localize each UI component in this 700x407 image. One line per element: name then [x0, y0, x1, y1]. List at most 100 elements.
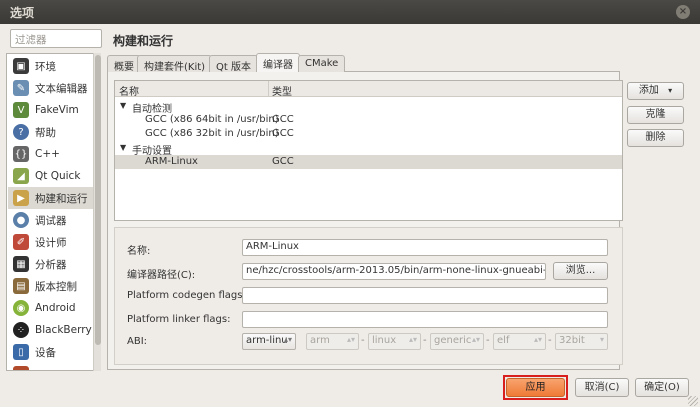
monitor-icon: ▣ [13, 58, 29, 74]
expand-arrow-icon[interactable]: ▼ [120, 143, 126, 152]
abi-separator: - [486, 335, 490, 346]
delete-button[interactable]: 删除 [627, 129, 684, 147]
clone-button[interactable]: 克隆 [627, 106, 684, 124]
tab-kits[interactable]: 构建套件(Kit) [137, 55, 213, 73]
tree-row-name: GCC (x86 64bit in /usr/bin) [145, 114, 279, 125]
qt-quick-icon: ◢ [13, 168, 29, 184]
window-title: 选项 [10, 6, 35, 20]
sidebar-item-label: BlackBerry [35, 324, 92, 336]
sidebar-scrollbar[interactable] [93, 53, 101, 371]
close-icon[interactable]: × [676, 5, 690, 19]
sidebar-item-devices[interactable]: ▯ 设备 [8, 341, 94, 363]
sidebar-item-debugger[interactable]: ● 调试器 [8, 209, 94, 231]
add-button[interactable]: 添加 ▾ [627, 82, 684, 100]
spin-icon: ▴▾ [408, 335, 417, 344]
sidebar-item-label: FakeVim [35, 104, 79, 116]
sidebar-item-cpp[interactable]: {} C++ [8, 143, 94, 165]
sidebar-item-label: 文本编辑器 [35, 82, 88, 95]
sidebar-item-build-run[interactable]: ▶ 构建和运行 [8, 187, 94, 209]
sidebar-item-fakevim[interactable]: V FakeVim [8, 99, 94, 121]
sidebar-item-text-editor[interactable]: ✎ 文本编辑器 [8, 77, 94, 99]
abi-label: ABI: [127, 336, 148, 347]
blackberry-icon: ⁘ [13, 322, 29, 338]
chevron-down-icon: ▾ [599, 335, 604, 344]
debugger-icon: ● [13, 212, 29, 228]
tree-row[interactable]: GCC (x86 64bit in /usr/bin) GCC [115, 113, 622, 127]
sidebar-item-designer[interactable]: ✐ 设计师 [8, 231, 94, 253]
tab-qt-versions[interactable]: Qt 版本 [209, 55, 258, 73]
build-run-icon: ▶ [13, 190, 29, 206]
codegen-flags-field[interactable] [242, 287, 608, 304]
abi-width-value: 32bit [559, 335, 585, 346]
compiler-path-field[interactable]: ne/hzc/crosstools/arm-2013.05/bin/arm-no… [242, 263, 546, 280]
name-label: 名称: [127, 246, 151, 257]
page-title: 构建和运行 [113, 34, 174, 48]
compiler-path-label: 编译器路径(C): [127, 270, 196, 281]
compiler-tree[interactable]: 名称 类型 ▼ 自动检测 GCC (x86 64bit in /usr/bin)… [114, 80, 623, 221]
abi-select[interactable]: arm-linu ▴▾ [242, 333, 296, 350]
abi-os-value: linux [372, 335, 397, 346]
cpp-braces-icon: {} [13, 146, 29, 162]
expand-arrow-icon[interactable]: ▼ [120, 101, 126, 110]
title-bar: 选项 × [0, 0, 700, 24]
name-field[interactable]: ARM-Linux [242, 239, 608, 256]
abi-arch-select[interactable]: arm ▴▾ [306, 333, 359, 350]
abi-width-select[interactable]: 32bit ▾ [555, 333, 608, 350]
scrollbar-thumb[interactable] [95, 55, 101, 345]
ok-button[interactable]: 确定(O) [635, 378, 689, 397]
tab-overview[interactable]: 概要 [107, 55, 141, 73]
sidebar-item-blackberry[interactable]: ⁘ BlackBerry [8, 319, 94, 341]
tab-compilers[interactable]: 编译器 [256, 53, 300, 72]
tree-row-name: GCC (x86 32bit in /usr/bin) [145, 128, 279, 139]
text-editor-icon: ✎ [13, 80, 29, 96]
sidebar-item-help[interactable]: ? 帮助 [8, 121, 94, 143]
tab-cmake[interactable]: CMake [298, 55, 346, 72]
column-divider [268, 81, 269, 97]
tree-group-manual[interactable]: ▼ 手动设置 [115, 141, 622, 157]
abi-flavor-select[interactable]: generic ▴▾ [430, 333, 484, 350]
tree-header: 名称 类型 [115, 81, 622, 98]
sidebar-item-label: 版本控制 [35, 280, 77, 293]
spin-icon: ▴▾ [471, 335, 480, 344]
linker-flags-field[interactable] [242, 311, 608, 328]
sidebar-item-label: C++ [35, 148, 60, 160]
android-icon: ◉ [13, 300, 29, 316]
abi-separator: - [361, 335, 365, 346]
sidebar-item-qt-quick[interactable]: ◢ Qt Quick [8, 165, 94, 187]
sidebar-item-label: Qt Quick [35, 170, 81, 182]
cancel-button[interactable]: 取消(C) [575, 378, 629, 397]
abi-os-select[interactable]: linux ▴▾ [368, 333, 421, 350]
sidebar-item-label: 设计师 [35, 236, 67, 249]
sidebar-item-android[interactable]: ◉ Android [8, 297, 94, 319]
sidebar-item-version-control[interactable]: ▤ 版本控制 [8, 275, 94, 297]
tree-row[interactable]: GCC (x86 32bit in /usr/bin) GCC [115, 127, 622, 141]
column-header-name[interactable]: 名称 [119, 83, 139, 98]
version-control-icon: ▤ [13, 278, 29, 294]
abi-separator: - [548, 335, 552, 346]
tree-group-auto[interactable]: ▼ 自动检测 [115, 99, 622, 115]
browse-button[interactable]: 浏览... [553, 262, 608, 280]
abi-format-value: elf [497, 335, 510, 346]
linker-flags-label: Platform linker flags: [127, 314, 231, 325]
tree-row-selected[interactable]: ARM-Linux GCC [115, 155, 622, 169]
column-header-type[interactable]: 类型 [272, 83, 292, 98]
sidebar-item-environment[interactable]: ▣ 环境 [8, 55, 94, 77]
designer-icon: ✐ [13, 234, 29, 250]
apply-button[interactable]: 应用 [506, 378, 565, 397]
help-icon: ? [13, 124, 29, 140]
partial-item-icon: ■ [13, 366, 29, 370]
sidebar-item-analyzer[interactable]: ▦ 分析器 [8, 253, 94, 275]
abi-format-select[interactable]: elf ▴▾ [493, 333, 546, 350]
filter-input[interactable]: 过滤器 [10, 29, 102, 48]
tree-row-type: GCC [272, 156, 294, 167]
chevron-down-icon: ▾ [668, 86, 673, 95]
sidebar-item-label: 构建和运行 [35, 192, 88, 205]
spin-icon: ▴▾ [346, 335, 355, 344]
tree-row-type: GCC [272, 128, 294, 139]
codegen-flags-label: Platform codegen flags: [127, 290, 246, 301]
devices-icon: ▯ [13, 344, 29, 360]
sidebar-item-partial[interactable]: ■ [8, 363, 94, 370]
resize-grip[interactable] [688, 396, 698, 406]
add-button-label: 添加 [638, 85, 659, 96]
sidebar-item-label: 设备 [35, 346, 56, 359]
